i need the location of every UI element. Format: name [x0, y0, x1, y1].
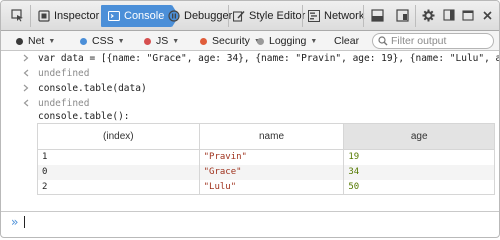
chevron-down-icon: ▼ [310, 37, 318, 45]
filter-net-label: Net [28, 35, 45, 47]
input-chevron-icon [22, 54, 30, 62]
chevron-down-icon: ▼ [48, 37, 56, 45]
console-input-text: console.table(data) [38, 82, 147, 94]
cell-name: "Pravin" [198, 149, 345, 165]
tab-network[interactable]: Network [307, 5, 364, 27]
tab-debugger-label: Debugger [184, 10, 233, 22]
console-log-text: console.table(): [38, 110, 130, 122]
dock-window-icon[interactable] [460, 7, 476, 23]
devtools-toolbar: Inspector Console Debugger Style Editor … [1, 1, 499, 31]
cell-name: "Lulu" [198, 179, 345, 195]
tab-debugger[interactable]: Debugger [167, 5, 232, 27]
style-editor-icon [232, 10, 245, 23]
cell-index: 2 [37, 179, 200, 195]
column-header-name[interactable]: name [198, 123, 345, 150]
clear-button-label: Clear [334, 35, 360, 47]
css-dot-icon [80, 37, 87, 45]
filter-js-button[interactable]: JS ▼ [144, 34, 179, 48]
table-row: 0 "Grace" 34 [37, 164, 495, 180]
tab-network-label: Network [324, 10, 365, 22]
console-result-text: undefined [38, 97, 90, 109]
network-icon [307, 10, 320, 23]
split-console-icon[interactable] [369, 7, 385, 23]
tab-inspector[interactable]: Inspector [37, 5, 99, 27]
dock-side-icon[interactable] [441, 7, 457, 23]
tab-console-label: Console [124, 10, 165, 22]
column-header-index[interactable]: (index) [37, 123, 200, 150]
console-result-line: undefined [1, 66, 499, 80]
search-icon [378, 36, 388, 49]
output-chevron-icon [22, 99, 30, 107]
js-dot-icon [144, 37, 151, 45]
cell-index: 1 [37, 149, 200, 165]
cell-name: "Grace" [198, 164, 345, 180]
filter-security-button[interactable]: Security ▼ [200, 34, 261, 48]
console-output: var data = [{name: "Grace", age: 34}, {n… [1, 51, 500, 211]
security-dot-icon [200, 37, 207, 45]
chevron-down-icon: ▼ [117, 37, 125, 45]
console-table: (index) name age 1 "Pravin" 19 0 "Grace"… [37, 123, 495, 195]
console-input-line: var data = [{name: "Grace", age: 34}, {n… [1, 51, 500, 65]
input-chevron-icon [22, 84, 30, 92]
console-input-bar[interactable]: » [1, 211, 499, 231]
clear-button[interactable]: Clear [334, 34, 359, 48]
cell-age: 50 [343, 179, 495, 195]
tab-inspector-label: Inspector [54, 10, 100, 22]
console-input-text: var data = [{name: "Grace", age: 34}, {n… [38, 52, 500, 64]
element-picker-icon[interactable] [9, 7, 25, 23]
cell-index: 0 [37, 164, 200, 180]
console-icon [107, 10, 120, 23]
cell-age: 34 [343, 164, 495, 180]
filter-net-button[interactable]: Net ▼ [16, 34, 55, 48]
output-chevron-icon [22, 69, 30, 77]
settings-icon[interactable] [420, 7, 436, 23]
console-input-line: console.table(data) [1, 81, 499, 95]
net-dot-icon [16, 37, 23, 45]
table-row: 2 "Lulu" 50 [37, 179, 495, 195]
cell-age: 19 [343, 149, 495, 165]
console-result-text: undefined [38, 67, 90, 79]
tab-style-editor-label: Style Editor [249, 10, 306, 22]
close-icon[interactable] [479, 7, 495, 23]
filter-css-button[interactable]: CSS ▼ [80, 34, 125, 48]
filter-css-label: CSS [92, 35, 114, 47]
logging-dot-icon [257, 37, 264, 45]
text-cursor [24, 216, 25, 228]
console-filter-bar: Net ▼ CSS ▼ JS ▼ Security ▼ Logging ▼ Cl… [1, 31, 499, 51]
responsive-mode-icon[interactable] [394, 7, 410, 23]
console-result-line: undefined [1, 96, 499, 110]
debugger-icon [167, 10, 180, 23]
tab-console[interactable]: Console [101, 5, 180, 27]
column-header-age[interactable]: age [343, 123, 495, 150]
chevron-down-icon: ▼ [172, 37, 180, 45]
filter-output-search [372, 33, 494, 49]
devtools-window: Inspector Console Debugger Style Editor … [0, 0, 500, 238]
console-log-line: console.table(): [1, 109, 499, 123]
filter-logging-button[interactable]: Logging ▼ [257, 34, 317, 48]
table-row: 1 "Pravin" 19 [37, 149, 495, 165]
prompt-icon: » [11, 215, 19, 229]
tab-style-editor[interactable]: Style Editor [232, 5, 305, 27]
filter-security-label: Security [212, 35, 250, 47]
filter-js-label: JS [156, 35, 169, 47]
filter-logging-label: Logging [269, 35, 307, 47]
filter-output-input[interactable] [391, 35, 489, 47]
inspector-icon [37, 10, 50, 23]
